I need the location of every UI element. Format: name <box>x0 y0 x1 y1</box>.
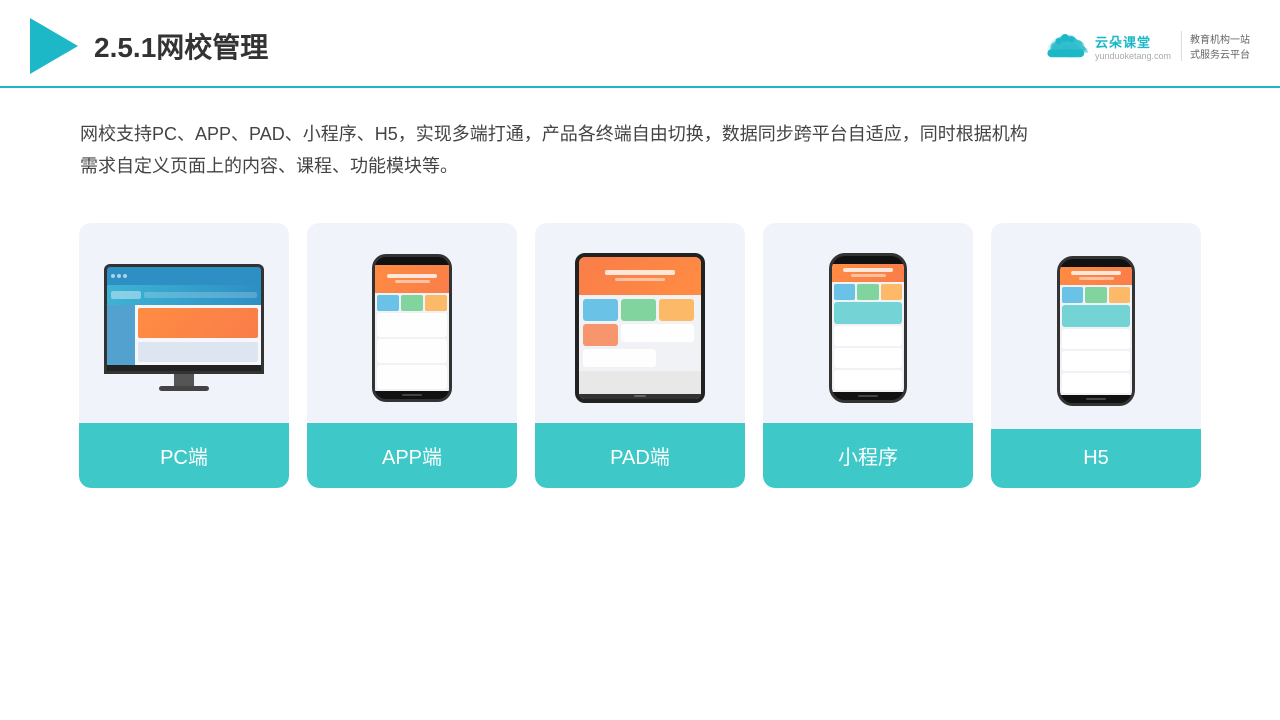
description-line1: 网校支持PC、APP、PAD、小程序、H5，实现多端打通，产品各终端自由切换，数… <box>80 118 1200 150</box>
tablet-screen <box>579 257 701 399</box>
description-block: 网校支持PC、APP、PAD、小程序、H5，实现多端打通，产品各终端自由切换，数… <box>0 88 1280 193</box>
h5-phone-body <box>1057 256 1135 406</box>
card-mini: 小程序 <box>763 223 973 488</box>
phone-body <box>372 254 452 402</box>
card-app: APP端 <box>307 223 517 488</box>
pc-mockup <box>104 264 264 391</box>
monitor-stand <box>174 374 194 386</box>
card-pc-label: PC端 <box>79 423 289 488</box>
h5-bottom-bar <box>1060 395 1132 403</box>
logo-tagline-2: 式服务云平台 <box>1190 46 1250 61</box>
play-icon <box>30 18 78 74</box>
logo-url: yunduoketang.com <box>1095 51 1171 61</box>
header-left: 2.5.1网校管理 <box>30 18 268 74</box>
cloud-icon <box>1041 28 1089 64</box>
pad-tablet-mockup <box>575 253 705 403</box>
card-pad-image <box>535 223 745 423</box>
monitor-body <box>104 264 264 374</box>
card-pc-image <box>79 223 289 423</box>
card-app-label: APP端 <box>307 423 517 488</box>
monitor-screen-top <box>107 267 261 285</box>
mini-phone-body <box>829 253 907 403</box>
header: 2.5.1网校管理 云朵课堂 yunduoketang.com 教育机构一站 <box>0 0 1280 88</box>
tablet-body <box>575 253 705 403</box>
card-mini-label: 小程序 <box>763 423 973 488</box>
brand-logo: 云朵课堂 yunduoketang.com 教育机构一站 式服务云平台 <box>1041 28 1250 64</box>
card-pad: PAD端 <box>535 223 745 488</box>
card-mini-image <box>763 223 973 423</box>
card-h5: H5 <box>991 223 1201 488</box>
logo-main-text: 云朵课堂 <box>1095 32 1151 51</box>
mini-phone-mockup <box>829 253 907 403</box>
card-pc: PC端 <box>79 223 289 488</box>
h5-phone-mockup <box>1057 256 1135 406</box>
card-app-image <box>307 223 517 423</box>
app-phone-mockup <box>372 254 452 402</box>
page-title: 2.5.1网校管理 <box>94 26 268 66</box>
card-h5-image <box>991 223 1201 429</box>
description-line2: 需求自定义页面上的内容、课程、功能模块等。 <box>80 150 1200 182</box>
mini-notch <box>853 256 883 262</box>
phone-bottom-bar <box>375 391 449 399</box>
card-pad-label: PAD端 <box>535 423 745 488</box>
phone-notch <box>397 257 427 263</box>
h5-notch <box>1081 259 1111 265</box>
logo-tagline-1: 教育机构一站 <box>1190 31 1250 46</box>
header-right: 云朵课堂 yunduoketang.com 教育机构一站 式服务云平台 <box>1041 28 1250 64</box>
monitor-base <box>159 386 209 391</box>
logo-tagline: 教育机构一站 式服务云平台 <box>1181 31 1250 61</box>
logo-text-block: 云朵课堂 yunduoketang.com <box>1095 32 1171 61</box>
mini-bottom-bar <box>832 392 904 400</box>
platform-cards: PC端 <box>0 193 1280 518</box>
card-h5-label: H5 <box>991 429 1201 488</box>
